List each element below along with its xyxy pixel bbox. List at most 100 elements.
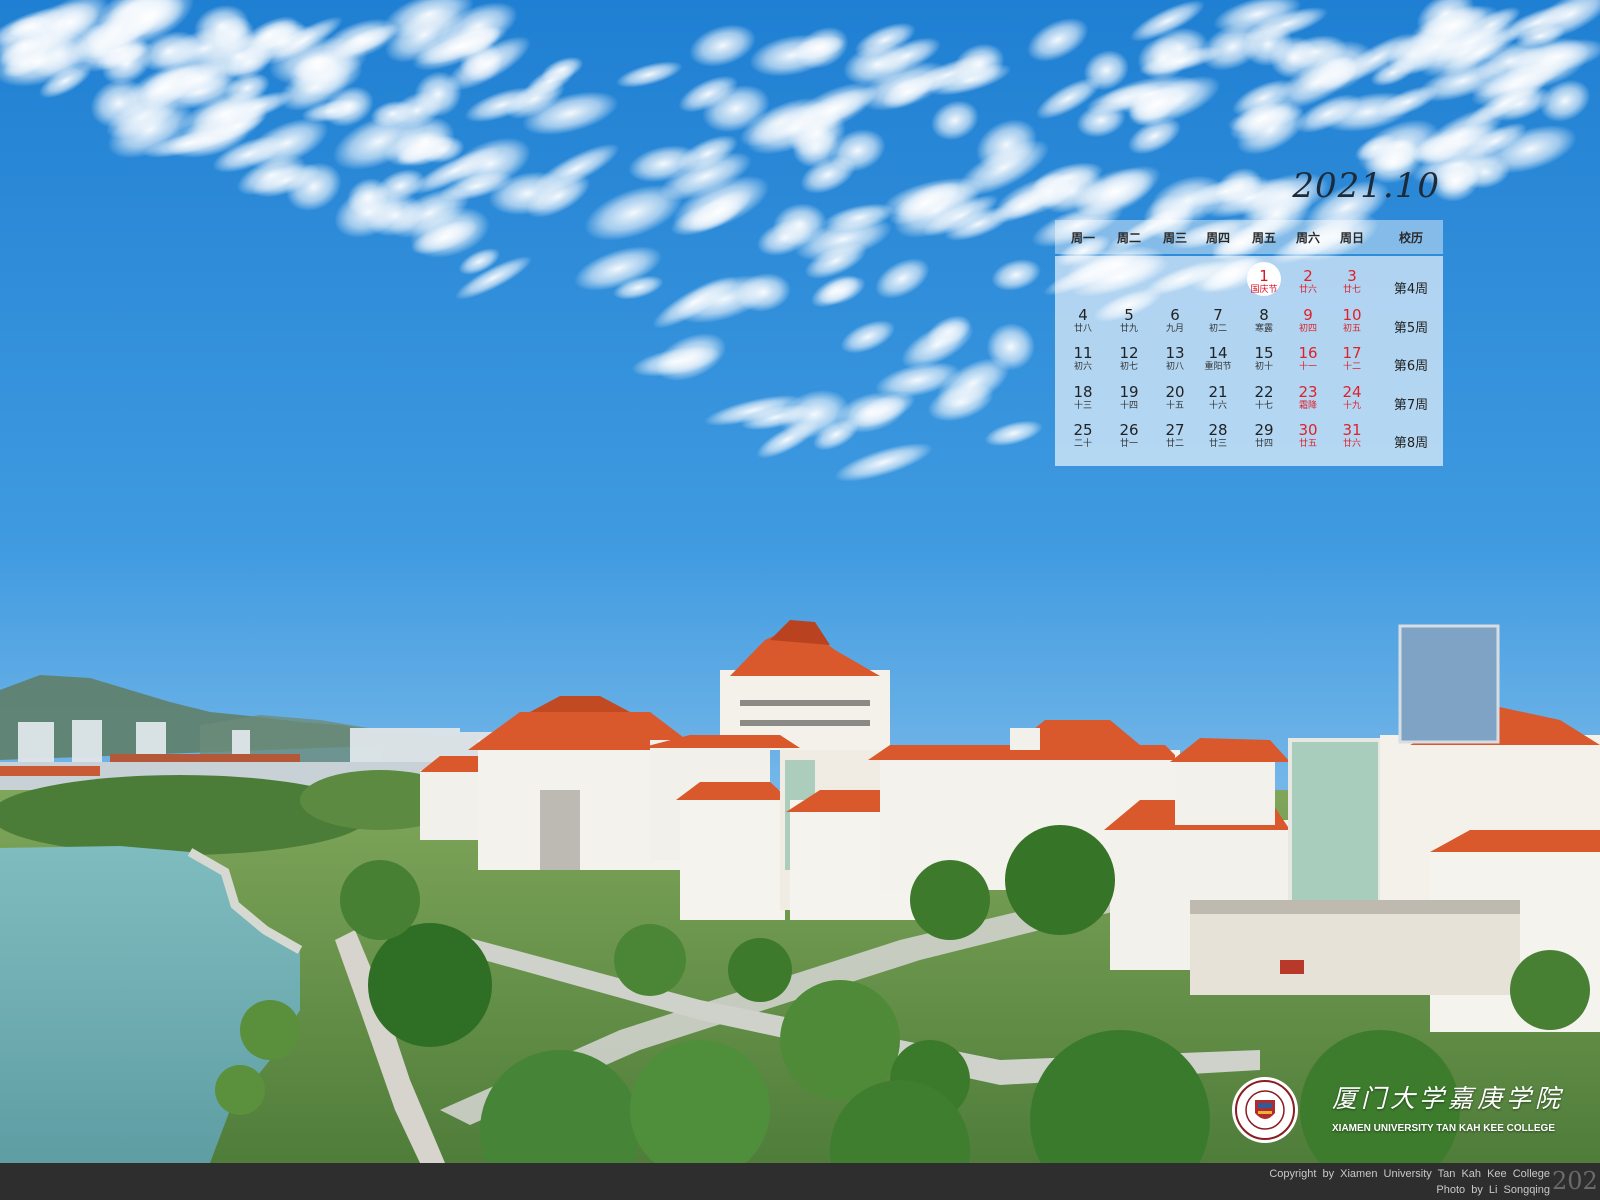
calendar-day: 9 初四: [1285, 305, 1331, 343]
calendar-day: 27 廿二: [1152, 422, 1198, 458]
calendar-day: 7 初二: [1195, 305, 1241, 343]
calendar-header-row: 周一 周二 周三 周四 周五 周六 周日 校历: [1055, 220, 1443, 254]
calendar-day: 21 十六: [1195, 382, 1241, 420]
calendar-day: 13 初八: [1152, 345, 1198, 381]
photo-credit: Photo by Li Songqing: [1436, 1184, 1550, 1196]
calendar-day: 30 廿五: [1285, 422, 1331, 458]
lunar-date: 廿七: [1342, 285, 1361, 295]
day-number: 3: [1347, 267, 1357, 285]
calendar-day: 4 廿八: [1060, 305, 1106, 343]
day-number: 5: [1124, 305, 1134, 324]
calendar-day: 12 初七: [1106, 345, 1152, 381]
school-week-label: 第6周: [1393, 359, 1429, 374]
school-week-label: 第5周: [1393, 320, 1429, 336]
lunar-date: 初六: [1073, 362, 1092, 372]
school-week-label: 第7周: [1393, 397, 1429, 413]
day-number: 14: [1208, 344, 1228, 362]
day-number: 31: [1342, 421, 1362, 439]
day-number: 25: [1073, 421, 1093, 439]
day-number: 9: [1303, 305, 1313, 324]
calendar-day: 25 二十: [1060, 422, 1106, 458]
day-number: 1: [1259, 267, 1269, 285]
day-number: 2: [1303, 267, 1313, 285]
college-name-cn: 厦门大学嘉庚学院: [1332, 1084, 1565, 1113]
lunar-date: 初七: [1119, 362, 1138, 372]
day-number: 23: [1298, 382, 1318, 401]
calendar-day: 5 廿九: [1106, 305, 1152, 343]
day-number: 28: [1208, 421, 1228, 439]
day-number: 22: [1254, 382, 1274, 401]
college-seal-icon: [1232, 1077, 1298, 1143]
lunar-date: 廿一: [1119, 439, 1138, 449]
lunar-date: 廿三: [1208, 439, 1227, 449]
calendar-day: 19 十四: [1106, 382, 1152, 420]
day-number: 12: [1119, 344, 1139, 362]
calendar-day: 11 初六: [1060, 345, 1106, 381]
lunar-date: 初五: [1342, 323, 1361, 334]
day-number: 17: [1342, 344, 1362, 362]
lunar-date: 十四: [1119, 400, 1138, 411]
year-mark: 2021: [1552, 1167, 1600, 1195]
calendar-header-6: 周六: [1295, 231, 1320, 245]
calendar-day: 10 初五: [1329, 305, 1375, 343]
lunar-date: 重阳节: [1204, 362, 1232, 372]
lunar-date: 国庆节: [1250, 285, 1278, 295]
calendar-day: 3 廿七: [1329, 268, 1375, 304]
calendar-header-4: 周四: [1205, 231, 1230, 245]
lunar-date: 九月: [1165, 323, 1184, 334]
lunar-date: 霜降: [1298, 400, 1317, 411]
college-name-en: XIAMEN UNIVERSITY TAN KAH KEE COLLEGE: [1332, 1123, 1555, 1134]
day-number: 27: [1165, 421, 1185, 439]
calendar-panel: 周一 周二 周三 周四 周五 周六 周日 校历 1 国庆节 2 廿六 3 廿七 第4周 4 廿八 5 廿九 6 九月 7…: [1055, 220, 1443, 466]
school-week-label: 第8周: [1393, 436, 1429, 451]
lunar-date: 十七: [1254, 400, 1273, 411]
lunar-date: 廿八: [1073, 323, 1092, 334]
lunar-date: 十九: [1342, 400, 1361, 411]
lunar-date: 十三: [1073, 400, 1092, 411]
day-number: 26: [1119, 421, 1139, 439]
footer-bar: Copyright by Xiamen University Tan Kah K…: [0, 1163, 1600, 1200]
calendar-day: 6 九月: [1152, 305, 1198, 343]
calendar-day: 16 十一: [1285, 345, 1331, 381]
calendar-day: 2 廿六: [1285, 268, 1331, 304]
calendar-title: 2021.10: [1292, 166, 1440, 206]
calendar-day-today: 1 国庆节: [1241, 262, 1287, 304]
lunar-date: 初十: [1254, 362, 1273, 372]
lunar-date: 廿五: [1298, 439, 1317, 449]
day-number: 16: [1298, 344, 1318, 362]
school-week-label: 第4周: [1393, 282, 1429, 297]
calendar-day: 14 重阳节: [1195, 345, 1241, 381]
calendar-day: 29 廿四: [1241, 422, 1287, 458]
day-number: 4: [1078, 305, 1088, 324]
lunar-date: 十六: [1208, 400, 1227, 411]
calendar-day: 22 十七: [1241, 382, 1287, 420]
calendar-day: 24 十九: [1329, 382, 1375, 420]
lunar-date: 廿四: [1254, 439, 1273, 449]
day-number: 8: [1259, 305, 1269, 324]
calendar-header-2: 周二: [1116, 231, 1141, 245]
lunar-date: 十五: [1165, 400, 1184, 411]
day-number: 24: [1342, 382, 1362, 401]
day-number: 6: [1170, 305, 1180, 324]
calendar-header-1: 周一: [1070, 231, 1095, 245]
day-number: 10: [1342, 305, 1362, 324]
day-number: 21: [1208, 382, 1228, 401]
calendar-day: 8 寒露: [1241, 305, 1287, 343]
lunar-date: 初二: [1208, 323, 1227, 334]
calendar-grid: 1 国庆节 2 廿六 3 廿七 第4周 4 廿八 5 廿九 6 九月 7 初二 8 寒露 9 初四 10 初五 第5周 11…: [1055, 256, 1443, 466]
day-number: 29: [1254, 421, 1274, 439]
lunar-date: 廿六: [1298, 285, 1317, 295]
day-number: 20: [1165, 382, 1185, 401]
calendar-day: 28 廿三: [1195, 422, 1241, 458]
calendar-header-7: 周日: [1339, 231, 1364, 245]
calendar-day: 15 初十: [1241, 345, 1287, 381]
lunar-date: 初四: [1298, 323, 1317, 334]
lunar-date: 十二: [1342, 362, 1361, 372]
calendar-day: 26 廿一: [1106, 422, 1152, 458]
lunar-date: 十一: [1298, 362, 1317, 372]
day-number: 7: [1213, 305, 1223, 324]
day-number: 19: [1119, 382, 1139, 401]
calendar-day: 17 十二: [1329, 345, 1375, 381]
copyright-text: Copyright by Xiamen University Tan Kah K…: [1269, 1168, 1550, 1180]
day-number: 18: [1073, 382, 1093, 401]
